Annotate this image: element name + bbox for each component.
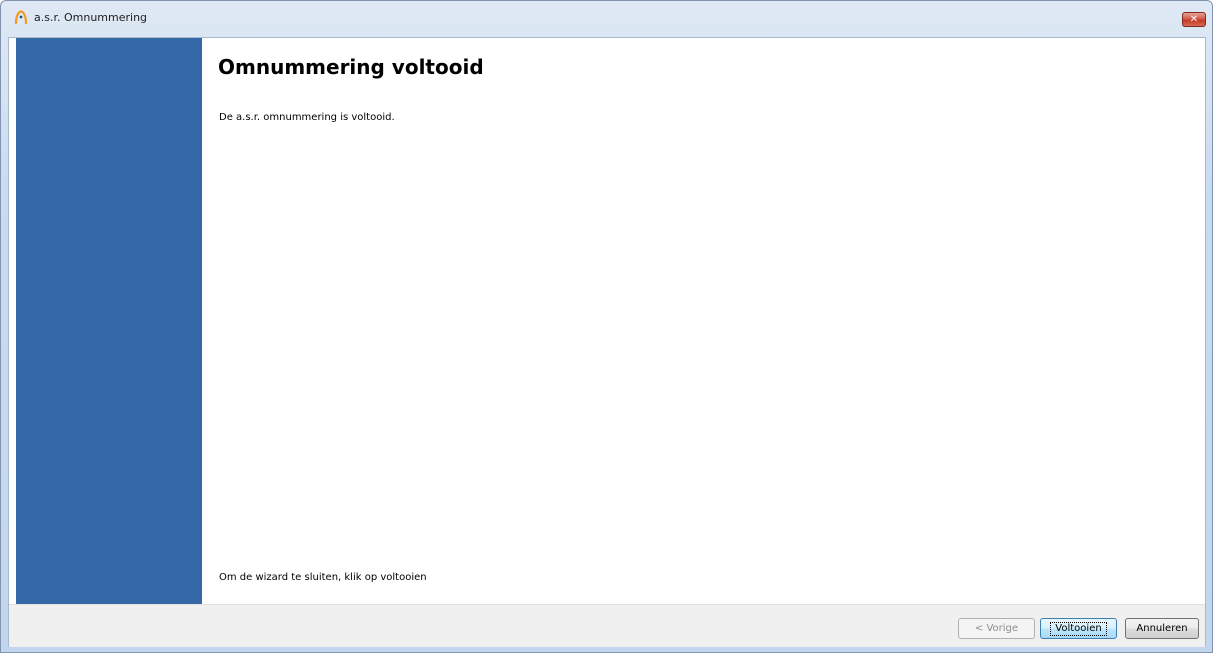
finish-button[interactable]: Voltooien [1040, 618, 1117, 639]
close-icon: ✕ [1189, 13, 1199, 25]
button-bar: < Vorige Voltooien Annuleren [9, 604, 1205, 647]
wizard-content: Omnummering voltooid De a.s.r. omnummeri… [202, 38, 1205, 604]
previous-button-label: < Vorige [974, 623, 1019, 634]
wizard-side-panel [16, 38, 202, 604]
previous-button[interactable]: < Vorige [958, 618, 1035, 639]
finish-button-label: Voltooien [1050, 621, 1107, 636]
cancel-button-label: Annuleren [1136, 623, 1188, 634]
wizard-window: a.s.r. Omnummering ✕ Omnummering voltooi… [0, 0, 1213, 653]
window-title: a.s.r. Omnummering [34, 11, 148, 24]
asr-logo-icon [14, 10, 28, 24]
close-instruction: Om de wizard te sluiten, klik op voltooi… [219, 572, 427, 583]
page-title: Omnummering voltooid [218, 55, 484, 79]
cancel-button[interactable]: Annuleren [1125, 618, 1199, 639]
close-button[interactable]: ✕ [1182, 12, 1206, 27]
title-bar[interactable]: a.s.r. Omnummering ✕ [1, 1, 1212, 35]
wizard-client-area: Omnummering voltooid De a.s.r. omnummeri… [8, 37, 1206, 647]
completion-message: De a.s.r. omnummering is voltooid. [219, 112, 395, 123]
